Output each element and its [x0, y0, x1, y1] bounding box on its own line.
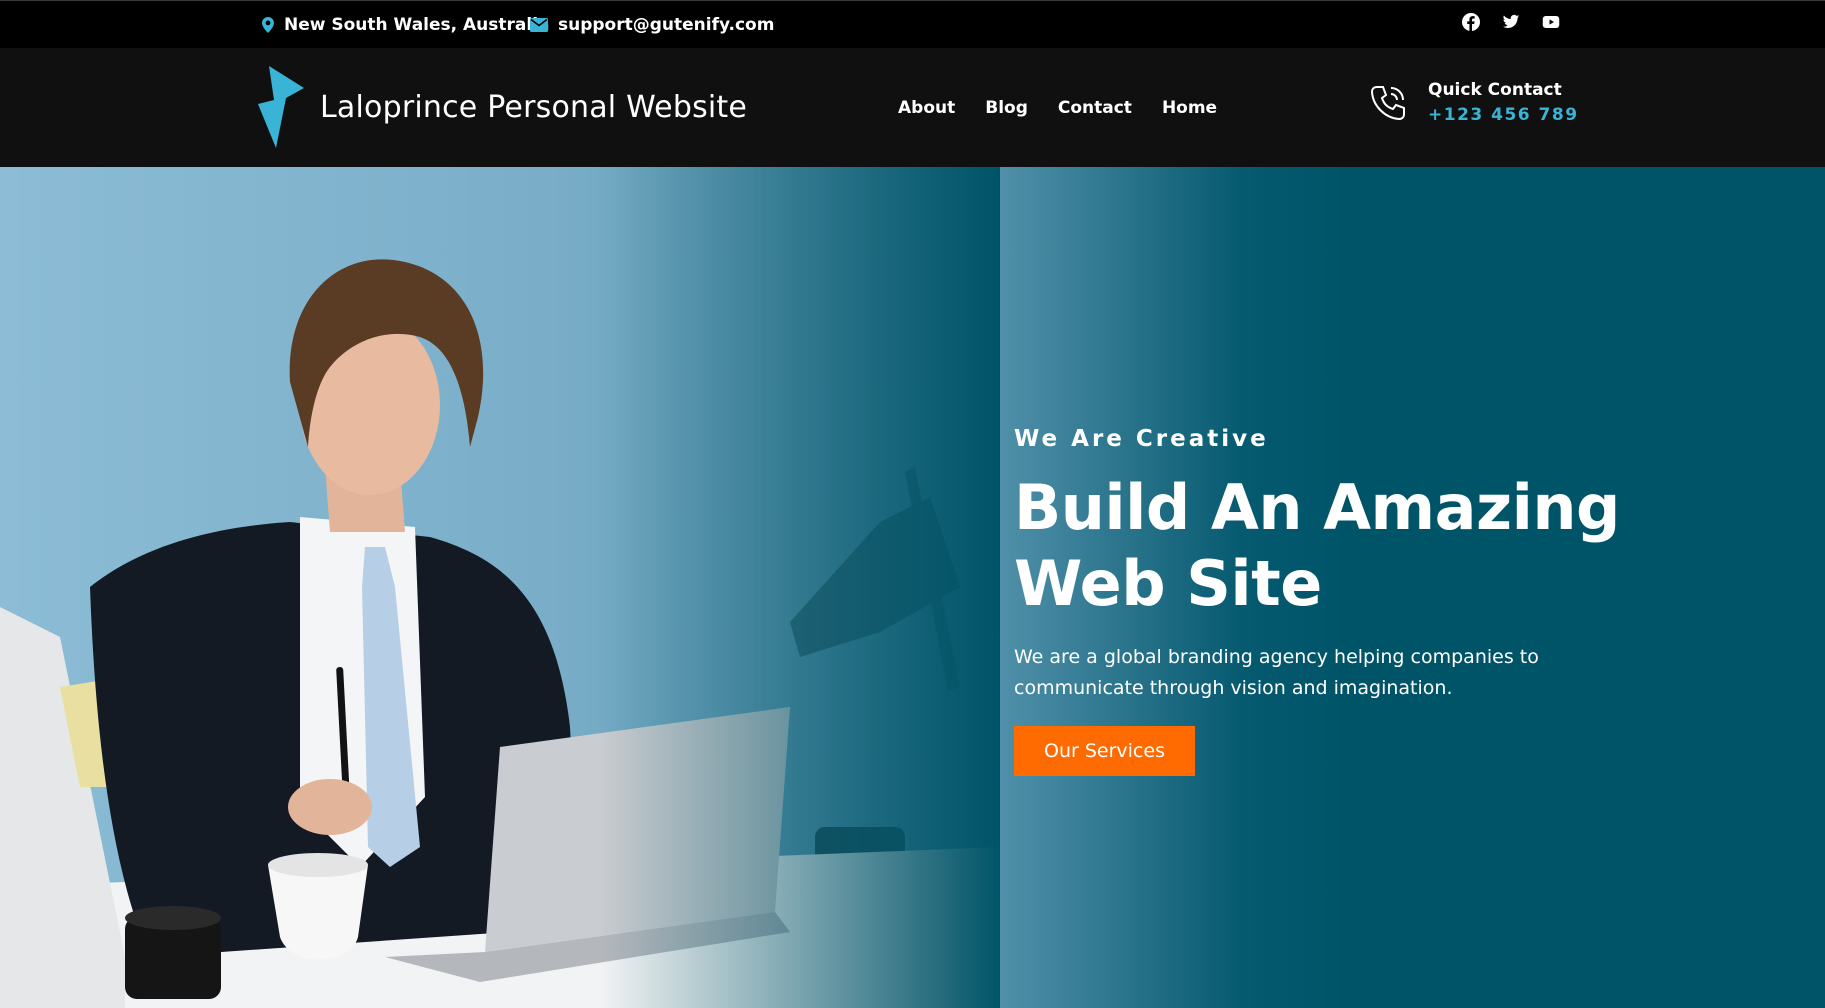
quick-contact-text: Quick Contact +123 456 789: [1428, 78, 1579, 128]
quick-contact-label: Quick Contact: [1428, 80, 1562, 100]
main-nav: About Blog Contact Home: [898, 48, 1217, 167]
social-links: [1462, 13, 1560, 31]
hero-section: We Are Creative Build An Amazing Web Sit…: [0, 167, 1825, 1008]
top-bar: New South Wales, Australia support@guten…: [0, 0, 1825, 48]
quick-contact-phone[interactable]: +123 456 789: [1428, 102, 1579, 128]
site-title[interactable]: Laloprince Personal Website: [320, 90, 747, 125]
lightning-bolt-icon: [258, 66, 304, 148]
site-header: Laloprince Personal Website About Blog C…: [0, 48, 1825, 167]
nav-about[interactable]: About: [898, 98, 955, 118]
hero-headline: Build An Amazing Web Site: [1014, 470, 1694, 622]
hero-image: [0, 167, 1000, 1008]
phone-icon: [1370, 86, 1405, 121]
site-logo[interactable]: Laloprince Personal Website: [258, 66, 747, 148]
envelope-icon: [530, 17, 548, 32]
quick-contact: Quick Contact +123 456 789: [1368, 78, 1579, 128]
twitter-icon[interactable]: [1502, 13, 1520, 31]
hero-content: We Are Creative Build An Amazing Web Sit…: [1014, 426, 1694, 776]
email-text[interactable]: support@gutenify.com: [558, 15, 774, 35]
facebook-icon[interactable]: [1462, 13, 1480, 31]
location-info: New South Wales, Australia: [262, 1, 550, 48]
location-text: New South Wales, Australia: [284, 14, 550, 35]
nav-home[interactable]: Home: [1162, 98, 1217, 118]
nav-blog[interactable]: Blog: [985, 98, 1028, 118]
nav-contact[interactable]: Contact: [1058, 98, 1132, 118]
hero-headline-line2: Web Site: [1014, 547, 1322, 620]
hero-eyebrow: We Are Creative: [1014, 426, 1269, 452]
email-info[interactable]: support@gutenify.com: [530, 1, 774, 48]
our-services-button[interactable]: Our Services: [1014, 726, 1195, 776]
hero-headline-line1: Build An Amazing: [1014, 471, 1620, 544]
hero-description: We are a global branding agency helping …: [1014, 646, 1539, 699]
map-pin-icon: [262, 16, 274, 33]
youtube-icon[interactable]: [1542, 13, 1560, 31]
